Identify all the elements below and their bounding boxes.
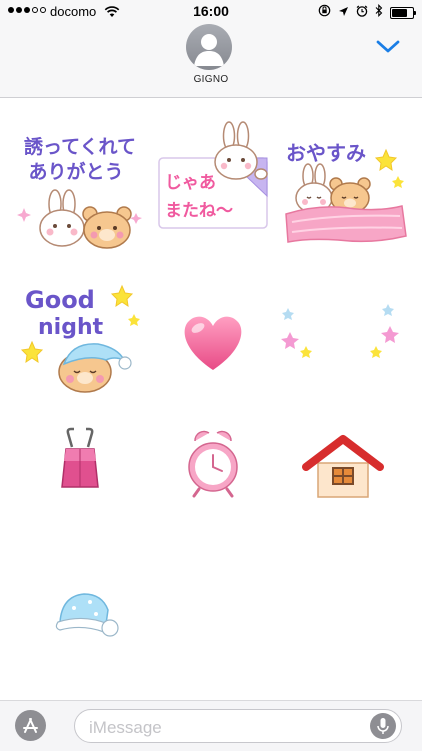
alarm-icon [356,4,368,22]
sticker-binder-clip[interactable] [10,403,150,543]
battery-icon [390,7,416,19]
status-bar: docomo 16:00 [0,0,422,22]
sticker-pink-heart[interactable] [143,268,283,408]
sticker-text-line: 誘ってくれて [24,135,136,158]
bunny-peeking-icon [214,121,268,180]
sticker-see-you[interactable]: じゃあ またね〜 [145,118,285,258]
house-icon [302,435,384,498]
app-store-icon [23,718,38,733]
sticker-text-line: night [38,315,104,340]
conversation-header: GIGNO [0,22,422,98]
message-placeholder: iMessage [89,718,162,737]
sleeping-cap-icon [55,593,119,637]
alarm-clock-icon [188,430,238,498]
binder-clip-icon [61,427,99,488]
star-icon [281,304,399,358]
orientation-lock-icon [318,4,331,22]
sticker-good-night-jp[interactable]: おやすみ [278,118,418,258]
status-icons [318,3,416,22]
sticker-text: おやすみ [286,141,366,165]
sticker-alarm-clock[interactable] [143,403,283,543]
chevron-down-icon[interactable] [376,40,400,59]
sticker-text-line: ありがとう [28,160,123,183]
sticker-sleeping-cap[interactable] [10,538,150,678]
bluetooth-icon [375,3,383,22]
sticker-good-night-en[interactable]: Good night [10,268,150,408]
microphone-icon [377,718,389,734]
bunny-face-icon [295,163,333,214]
message-input-bar: iMessage [0,700,422,751]
message-input[interactable]: iMessage [74,709,402,743]
bear-face-icon [82,206,132,249]
sticker-text-line: じゃあ [165,173,216,193]
app-store-button[interactable] [15,710,46,741]
contact-name[interactable]: GIGNO [0,74,422,85]
sticker-text-line: Good [25,286,95,314]
sticker-thanks-for-inviting[interactable]: 誘ってくれて ありがとう [10,118,150,258]
sticker-house[interactable] [274,403,414,543]
sticker-stars-frame[interactable] [278,268,418,408]
sticker-grid: 誘ってくれて ありがとう じゃあ またね〜 おやすみ Good night [0,98,422,698]
blanket-icon [285,205,407,243]
microphone-button[interactable] [370,713,396,739]
sticker-text-line: またね〜 [165,201,233,221]
sleeping-bear-icon [58,343,132,393]
contact-avatar[interactable] [186,24,232,70]
person-silhouette-icon [194,34,224,66]
bunny-face-icon [39,189,85,247]
heart-icon [184,316,242,370]
star-icon [374,148,404,188]
location-arrow-icon [338,4,349,22]
